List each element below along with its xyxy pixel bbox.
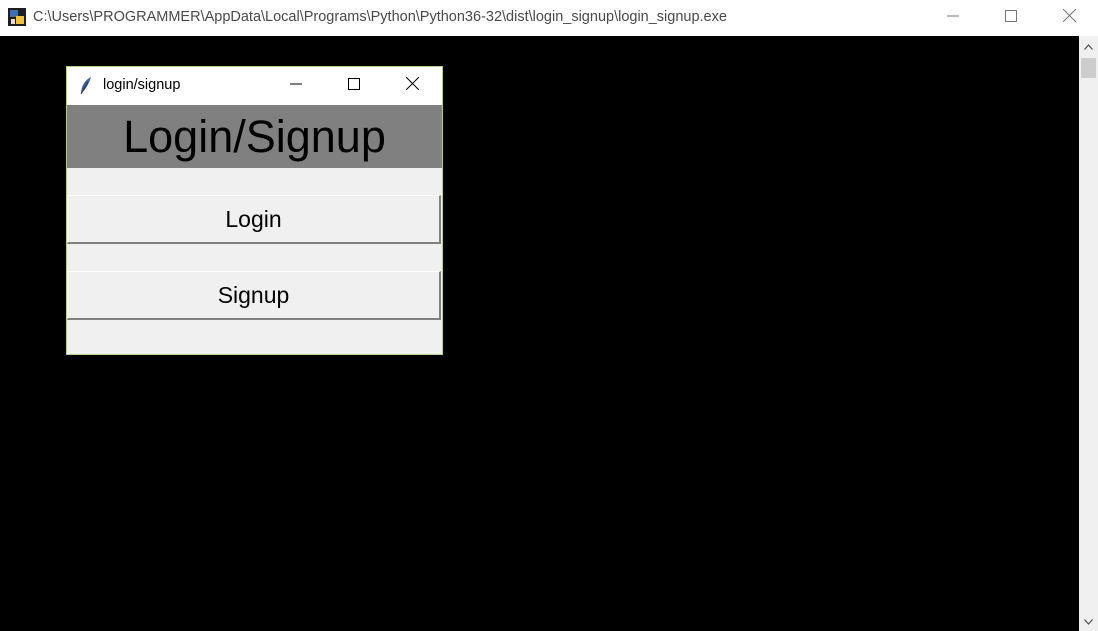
console-titlebar[interactable]: C:\Users\PROGRAMMER\AppData\Local\Progra… bbox=[0, 0, 1098, 36]
scroll-up-button[interactable] bbox=[1079, 36, 1098, 56]
maximize-button[interactable] bbox=[982, 0, 1040, 36]
close-icon bbox=[1062, 8, 1076, 27]
maximize-icon bbox=[348, 77, 360, 95]
scrollbar-thumb[interactable] bbox=[1081, 58, 1096, 78]
tk-close-button[interactable] bbox=[383, 67, 441, 105]
close-button[interactable] bbox=[1040, 0, 1098, 36]
tk-window-title: login/signup bbox=[103, 77, 181, 93]
login-button[interactable]: Login bbox=[67, 195, 441, 244]
chevron-up-icon bbox=[1084, 37, 1093, 55]
minimize-icon bbox=[947, 9, 959, 27]
console-window-title: C:\Users\PROGRAMMER\AppData\Local\Progra… bbox=[33, 9, 727, 25]
python-app-icon bbox=[8, 8, 26, 26]
maximize-icon bbox=[1005, 9, 1017, 27]
minimize-button[interactable] bbox=[924, 0, 982, 36]
tk-titlebar[interactable]: login/signup bbox=[67, 67, 442, 105]
scroll-down-button[interactable] bbox=[1079, 611, 1098, 631]
close-icon bbox=[405, 76, 419, 95]
vertical-scrollbar[interactable] bbox=[1079, 36, 1098, 631]
tk-maximize-button[interactable] bbox=[325, 67, 383, 105]
chevron-down-icon bbox=[1084, 612, 1093, 630]
minimize-icon bbox=[290, 77, 302, 95]
page-title-banner: Login/Signup bbox=[67, 105, 442, 168]
feather-icon bbox=[79, 76, 93, 96]
login-signup-window: login/signup Login/Signup Login Signup bbox=[66, 66, 443, 355]
page-title: Login/Signup bbox=[123, 111, 386, 162]
signup-button[interactable]: Signup bbox=[67, 271, 441, 320]
tk-minimize-button[interactable] bbox=[267, 67, 325, 105]
